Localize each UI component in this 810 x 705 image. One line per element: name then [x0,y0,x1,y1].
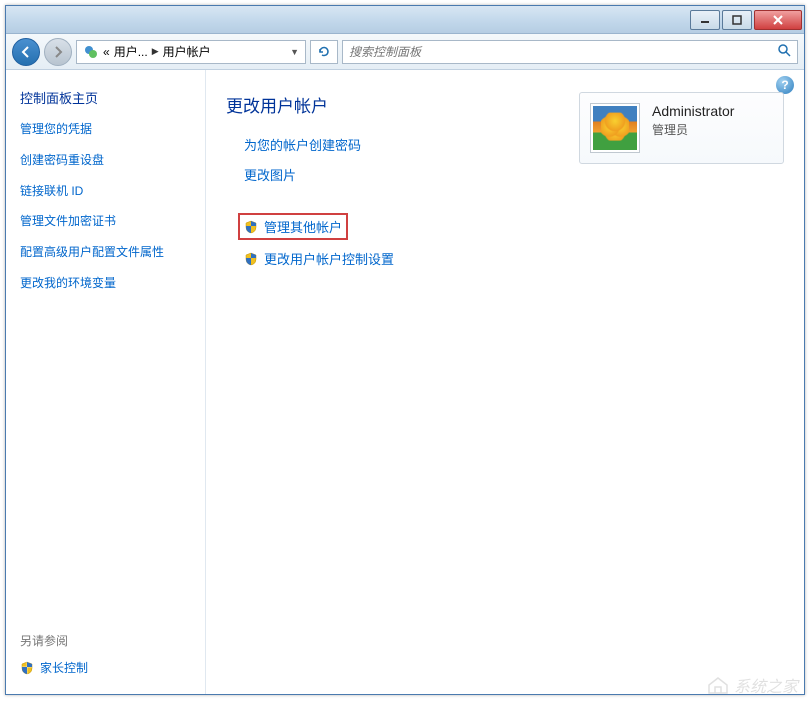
back-button[interactable] [12,38,40,66]
sidebar-link-env-vars[interactable]: 更改我的环境变量 [20,275,191,292]
arrow-right-icon [51,45,65,59]
close-button[interactable] [754,10,802,30]
forward-button[interactable] [44,38,72,66]
breadcrumb-seg2[interactable]: 用户帐户 [163,43,211,60]
avatar-image [593,106,637,150]
titlebar [6,6,804,34]
content-body: ? 控制面板主页 管理您的凭据 创建密码重设盘 链接联机 ID 管理文件加密证书… [6,70,804,694]
window: « 用户... ▶ 用户帐户 ▼ ? 控制面板主页 管理您的凭据 创建密码重设盘… [5,5,805,695]
search-icon[interactable] [777,43,791,60]
link-change-uac: 更改用户帐户控制设置 [264,249,394,268]
search-input[interactable] [349,45,771,59]
sidebar-link-advanced-profile[interactable]: 配置高级用户配置文件属性 [20,244,191,261]
refresh-icon [317,45,331,59]
account-avatar [590,103,640,153]
account-info: Administrator 管理员 [652,103,773,138]
refresh-button[interactable] [310,40,338,64]
breadcrumb[interactable]: « 用户... ▶ 用户帐户 ▼ [76,40,306,64]
control-panel-icon [83,44,99,60]
navigation-toolbar: « 用户... ▶ 用户帐户 ▼ [6,34,804,70]
shield-icon [244,220,258,234]
arrow-left-icon [19,45,33,59]
sidebar-see-also-title: 另请参阅 [20,632,191,649]
minimize-button[interactable] [690,10,720,30]
main-content: 更改用户帐户 为您的帐户创建密码 更改图片 管理其他帐户 更改用户帐户控制设置 [206,70,804,694]
titlebar-buttons [690,10,802,30]
sidebar-parental-control-label: 家长控制 [40,659,88,676]
link-change-uac-row[interactable]: 更改用户帐户控制设置 [244,249,784,268]
shield-icon [244,252,258,266]
breadcrumb-dropdown-icon[interactable]: ▼ [290,47,299,57]
sidebar-link-password-reset[interactable]: 创建密码重设盘 [20,152,191,169]
account-name: Administrator [652,103,773,119]
maximize-button[interactable] [722,10,752,30]
sidebar: 控制面板主页 管理您的凭据 创建密码重设盘 链接联机 ID 管理文件加密证书 配… [6,70,206,694]
sidebar-link-online-id[interactable]: 链接联机 ID [20,183,191,200]
link-manage-other-accounts-row[interactable]: 管理其他帐户 [238,213,348,240]
sidebar-link-credentials[interactable]: 管理您的凭据 [20,121,191,138]
breadcrumb-seg1[interactable]: 用户... [114,43,148,60]
link-change-picture[interactable]: 更改图片 [244,165,784,184]
sidebar-link-encryption-cert[interactable]: 管理文件加密证书 [20,213,191,230]
account-card[interactable]: Administrator 管理员 [579,92,784,164]
breadcrumb-prefix: « [103,45,110,59]
link-manage-other-accounts: 管理其他帐户 [264,217,342,236]
account-role: 管理员 [652,121,773,138]
sidebar-title: 控制面板主页 [20,88,191,107]
shield-icon [20,661,34,675]
breadcrumb-separator: ▶ [152,46,159,57]
search-box[interactable] [342,40,798,64]
sidebar-parental-control-link[interactable]: 家长控制 [20,659,191,676]
